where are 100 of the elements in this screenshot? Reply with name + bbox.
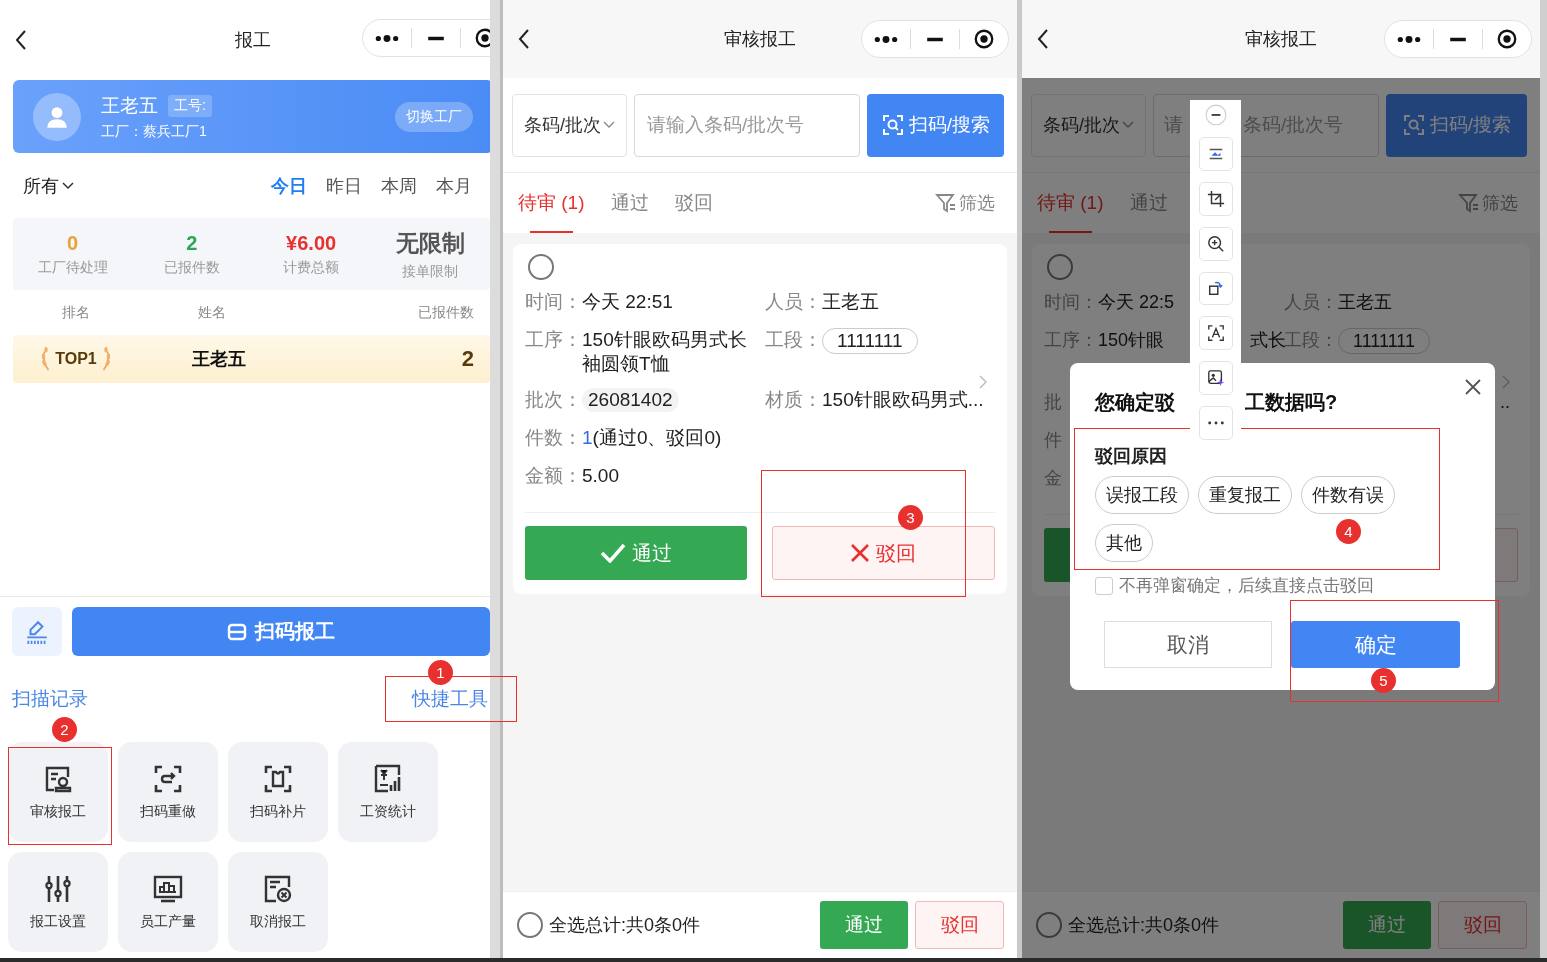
more-icon xyxy=(1206,420,1225,427)
field-label: 金 xyxy=(1044,467,1062,490)
field-value: 式长 xyxy=(1250,329,1287,352)
tool-tile[interactable]: 报工设置 xyxy=(8,852,108,952)
edit-barcode-button[interactable] xyxy=(12,607,62,656)
user-name: 王老五 xyxy=(101,93,158,118)
reject-button[interactable]: 驳回 xyxy=(771,526,995,580)
scan-search-button[interactable]: 扫码/搜索 xyxy=(1386,93,1527,157)
tool-tile[interactable]: 扫码补片 xyxy=(228,742,328,842)
report-count: 2 xyxy=(460,346,474,372)
pencil-barcode-icon xyxy=(24,618,50,645)
dialog-title: 工数据吗? xyxy=(1245,390,1338,415)
back-icon[interactable] xyxy=(1037,28,1049,50)
checkbox-label: 不再弹窗确定，后续直接点击驳回 xyxy=(1119,575,1374,597)
status-tab[interactable]: 通过 xyxy=(610,173,649,233)
period-tab[interactable]: 本周 xyxy=(381,173,417,198)
stat-value: 无限制 xyxy=(395,228,465,258)
text-recognize-button[interactable] xyxy=(1198,316,1233,351)
checkbox[interactable] xyxy=(1095,576,1113,595)
tool-tile[interactable]: 员工产量 xyxy=(118,852,218,952)
tool-tile[interactable]: 取消报工 xyxy=(228,852,328,952)
monitor-chart-icon xyxy=(152,873,184,905)
capsule-menu[interactable] xyxy=(1384,20,1532,58)
field-label: 材质： xyxy=(765,388,822,412)
stat-value: ¥6.00 xyxy=(286,231,337,255)
back-icon[interactable] xyxy=(518,28,530,50)
barcode-input[interactable]: 请输入条码/批次号 xyxy=(634,93,860,157)
status-tab[interactable]: 通过 xyxy=(1129,173,1168,233)
status-tab[interactable]: 待审 (1) xyxy=(518,173,585,233)
field-label: 工序： xyxy=(1044,329,1098,352)
laurel-icon xyxy=(100,346,111,372)
reject-button[interactable]: 驳回 xyxy=(1438,901,1527,949)
rotate-button[interactable] xyxy=(1198,271,1233,306)
column-header: 已报件数 xyxy=(417,303,474,322)
scrollbar[interactable] xyxy=(1540,0,1547,958)
select-all-radio[interactable] xyxy=(517,912,543,938)
reason-chip[interactable]: 误报工段 xyxy=(1095,476,1189,514)
scan-search-button[interactable]: 扫码/搜索 xyxy=(867,93,1004,157)
reason-chip[interactable]: 件数有误 xyxy=(1301,476,1395,514)
search-mode-dropdown[interactable]: 条码/批次 xyxy=(1031,93,1146,157)
field-label: 金额： xyxy=(525,464,582,488)
collapse-icon[interactable] xyxy=(1204,104,1227,126)
select-radio[interactable] xyxy=(528,254,554,280)
scrollbar[interactable] xyxy=(490,0,500,958)
more-icon[interactable] xyxy=(1396,34,1423,44)
quick-tools-link[interactable]: 快捷工具 xyxy=(412,686,488,712)
search-mode-dropdown[interactable]: 条码/批次 xyxy=(512,93,627,157)
count-value: 1 xyxy=(582,426,593,450)
tool-tile[interactable]: 工资统计 xyxy=(338,742,438,842)
scan-report-button[interactable]: 扫码报工 xyxy=(72,607,490,656)
scanner-icon xyxy=(227,621,247,642)
approve-button[interactable]: 通过 xyxy=(525,526,747,580)
field-value: 150针眼 xyxy=(1098,329,1165,352)
status-tab[interactable]: 驳回 xyxy=(674,173,713,233)
approve-button[interactable]: 通过 xyxy=(820,901,908,949)
select-radio[interactable] xyxy=(1047,254,1073,280)
reason-chip[interactable]: 重复报工 xyxy=(1198,476,1292,514)
capsule-menu[interactable] xyxy=(861,20,1009,58)
image-sparkle-button[interactable] xyxy=(1198,361,1233,396)
field-label: 人员： xyxy=(765,290,822,314)
period-tab[interactable]: 今日 xyxy=(271,173,307,198)
tool-tile[interactable]: 审核报工 xyxy=(8,742,108,842)
field-value: 150针眼欧码男式长袖圆领T恤 xyxy=(582,328,748,376)
field-value: 王老五 xyxy=(822,290,879,314)
reason-chip[interactable]: 其他 xyxy=(1095,524,1153,562)
field-value: 王老五 xyxy=(1338,291,1392,314)
close-icon[interactable] xyxy=(1465,379,1481,395)
scan-records-link[interactable]: 扫描记录 xyxy=(12,686,88,712)
zoom-in-icon xyxy=(1206,234,1225,253)
field-label: 件 xyxy=(1044,429,1062,452)
more-icon[interactable] xyxy=(873,34,900,44)
shirt-scan-icon xyxy=(262,763,294,795)
field-label: 批次： xyxy=(525,388,582,412)
switch-factory-button[interactable]: 切换工厂 xyxy=(395,101,473,132)
scope-dropdown[interactable]: 所有 xyxy=(23,173,74,198)
reject-button[interactable]: 驳回 xyxy=(915,901,1004,949)
filter-button[interactable]: 筛选 xyxy=(1452,190,1524,216)
crop-button[interactable] xyxy=(1198,181,1233,216)
back-icon[interactable] xyxy=(15,29,27,51)
image-adjust-button[interactable] xyxy=(1198,136,1233,171)
select-all-radio[interactable] xyxy=(1036,912,1062,938)
approve-button[interactable]: 通过 xyxy=(1343,901,1431,949)
page-title: 审核报工 xyxy=(1245,28,1317,51)
batch-tag: 26081402 xyxy=(582,388,679,412)
tool-tile[interactable]: 扫码重做 xyxy=(118,742,218,842)
cancel-button[interactable]: 取消 xyxy=(1104,621,1272,668)
field-value: 今天 22:5 xyxy=(1098,291,1175,314)
status-tab[interactable]: 待审 (1) xyxy=(1037,173,1104,233)
confirm-button[interactable]: 确定 xyxy=(1291,621,1460,668)
stat-label: 接单限制 xyxy=(402,262,459,281)
zoom-in-button[interactable] xyxy=(1198,226,1233,261)
period-tab[interactable]: 本月 xyxy=(436,173,472,198)
period-tab[interactable]: 昨日 xyxy=(326,173,362,198)
dialog-title: 您确定驳 xyxy=(1095,390,1175,415)
capsule-menu[interactable] xyxy=(362,19,490,57)
filter-button[interactable]: 筛选 xyxy=(929,190,1001,216)
field-label: 件数： xyxy=(525,426,582,450)
more-icon[interactable] xyxy=(374,33,401,43)
count-detail: (通过0、驳回0) xyxy=(592,426,722,450)
filter-icon xyxy=(935,192,957,214)
